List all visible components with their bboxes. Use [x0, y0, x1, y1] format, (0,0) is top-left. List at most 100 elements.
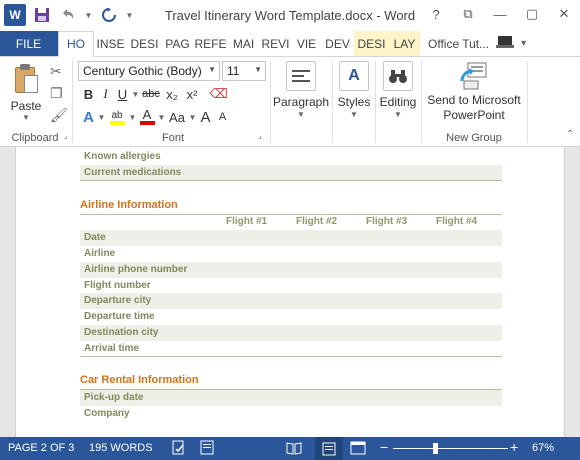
web-layout-icon[interactable] [350, 441, 366, 455]
word-count[interactable]: 195 WORDS [89, 442, 153, 454]
format-painter-icon[interactable]: 🖌 [50, 107, 68, 124]
table-row[interactable]: Destination city [80, 325, 502, 341]
font-effects-row: A ▼ ab ▼ A ▼ Aa ▼ A A [80, 107, 231, 127]
bold-button[interactable]: B [80, 84, 97, 104]
font-size-select[interactable]: 11 ▼ [222, 61, 266, 81]
clear-formatting-icon[interactable]: ⌫ [209, 84, 227, 104]
print-layout-icon[interactable] [315, 437, 343, 460]
table-row[interactable]: Company [80, 406, 502, 422]
table-row[interactable]: Arrival time [80, 341, 502, 357]
window-controls: ? ⧉ — ▢ ✕ [420, 0, 580, 28]
flight-header-3[interactable]: Flight #3 [366, 216, 407, 227]
copy-icon[interactable]: ❐ [50, 85, 63, 102]
font-group-label: Font [161, 132, 184, 144]
highlight-dropdown-icon[interactable]: ▼ [128, 113, 137, 122]
paste-icon [12, 63, 40, 97]
close-icon[interactable]: ✕ [548, 0, 580, 28]
account-name[interactable]: Office Tut... [428, 37, 489, 51]
font-launcher-icon[interactable]: ⌟ [258, 131, 262, 140]
ribbon-display-icon[interactable]: ⧉ [452, 0, 484, 28]
zoom-in-button[interactable]: + [510, 439, 518, 455]
font-color-dropdown-icon[interactable]: ▼ [157, 113, 166, 122]
paragraph-button[interactable]: Paragraph ▼ [272, 61, 330, 119]
font-name-select[interactable]: Century Gothic (Body) ▼ [78, 61, 220, 81]
tab-developer[interactable]: DEV [322, 31, 354, 56]
underline-dropdown-icon[interactable]: ▼ [131, 90, 140, 99]
flight-header-2[interactable]: Flight #2 [296, 216, 337, 227]
italic-button[interactable]: I [97, 84, 114, 104]
highlight-button[interactable]: ab [106, 107, 128, 127]
layout-icon[interactable] [200, 440, 214, 456]
shrink-font-button[interactable]: A [214, 107, 231, 127]
document-page[interactable]: Known allergies Current medications Airl… [15, 147, 565, 437]
tab-file[interactable]: FILE [0, 31, 58, 56]
proofing-icon[interactable] [172, 440, 186, 456]
help-icon[interactable]: ? [420, 0, 452, 28]
table-row[interactable]: Departure time [80, 309, 502, 325]
tab-insert[interactable]: INSE [94, 31, 128, 56]
status-bar: PAGE 2 OF 3 195 WORDS − + 67% [0, 437, 580, 460]
account-avatar-icon[interactable] [495, 34, 515, 53]
paste-button[interactable]: Paste ▼ [6, 63, 46, 122]
table-row[interactable]: Date [80, 230, 502, 246]
tab-table-design[interactable]: DESI [354, 31, 390, 56]
document-area[interactable]: Known allergies Current medications Airl… [0, 147, 580, 437]
tab-review[interactable]: REVI [260, 31, 292, 56]
paste-label: Paste [10, 99, 42, 113]
subscript-button[interactable]: x₂ [162, 84, 182, 104]
table-row[interactable]: Departure city [80, 293, 502, 309]
zoom-level[interactable]: 67% [532, 442, 554, 454]
underline-button[interactable]: U [114, 84, 131, 104]
flight-header-1[interactable]: Flight #1 [226, 216, 267, 227]
editing-button[interactable]: Editing ▼ [378, 61, 418, 119]
tab-home[interactable]: HO [58, 31, 94, 57]
superscript-button[interactable]: x² [182, 84, 202, 104]
minimize-icon[interactable]: — [484, 0, 516, 28]
group-separator [375, 61, 376, 143]
table-row[interactable]: Current medications [80, 165, 502, 181]
highlight-label: ab [111, 109, 123, 121]
table-row[interactable]: Pick-up date [80, 390, 502, 406]
page-count[interactable]: PAGE 2 OF 3 [8, 442, 74, 454]
paste-dropdown-icon[interactable]: ▼ [22, 113, 30, 122]
text-effects-dropdown-icon[interactable]: ▼ [97, 113, 106, 122]
group-separator [527, 61, 528, 143]
zoom-slider-thumb[interactable] [433, 443, 438, 454]
collapse-ribbon-icon[interactable]: ▾ [521, 38, 526, 49]
zoom-slider-track[interactable] [393, 448, 508, 449]
zoom-out-button[interactable]: − [380, 439, 388, 455]
group-separator [270, 61, 271, 143]
grow-font-button[interactable]: A [197, 107, 214, 127]
table-row[interactable]: Flight number [80, 278, 502, 294]
paragraph-dropdown-icon: ▼ [297, 110, 305, 119]
tab-page-layout[interactable]: PAG [162, 31, 194, 56]
paragraph-icon [286, 61, 316, 91]
table-row[interactable]: Known allergies [80, 149, 502, 165]
group-separator [332, 61, 333, 143]
tab-mailings[interactable]: MAI [228, 31, 260, 56]
change-case-button[interactable]: Aa [166, 107, 188, 127]
read-mode-icon[interactable] [286, 441, 302, 455]
chevron-down-icon: ▼ [208, 65, 216, 74]
maximize-icon[interactable]: ▢ [516, 0, 548, 28]
binoculars-icon [383, 61, 413, 91]
send-to-powerpoint-button[interactable]: Send to Microsoft PowerPoint [424, 61, 524, 123]
tab-view[interactable]: VIE [292, 31, 322, 56]
flight-header-4[interactable]: Flight #4 [436, 216, 477, 227]
text-effects-button[interactable]: A [80, 107, 97, 127]
tab-references[interactable]: REFE [194, 31, 228, 56]
change-case-dropdown-icon[interactable]: ▼ [188, 113, 197, 122]
tab-table-layout[interactable]: LAY [390, 31, 420, 56]
strikethrough-button[interactable]: abc [140, 84, 162, 104]
collapse-ribbon-icon[interactable]: ⌃ [566, 129, 574, 140]
tab-design[interactable]: DESI [128, 31, 162, 56]
cut-icon[interactable]: ✂ [50, 63, 62, 80]
table-row[interactable]: Airline [80, 246, 502, 262]
airline-section-title[interactable]: Airline Information [80, 199, 178, 211]
styles-button[interactable]: A Styles ▼ [336, 61, 372, 119]
table-row[interactable]: Airline phone number [80, 262, 502, 278]
clipboard-launcher-icon[interactable]: ⌟ [64, 131, 68, 140]
font-color-button[interactable]: A [137, 107, 157, 127]
title-bar: W ▼ ▼ Travel Itinerary Word Template.doc… [0, 0, 580, 31]
car-rental-section-title[interactable]: Car Rental Information [80, 374, 199, 386]
